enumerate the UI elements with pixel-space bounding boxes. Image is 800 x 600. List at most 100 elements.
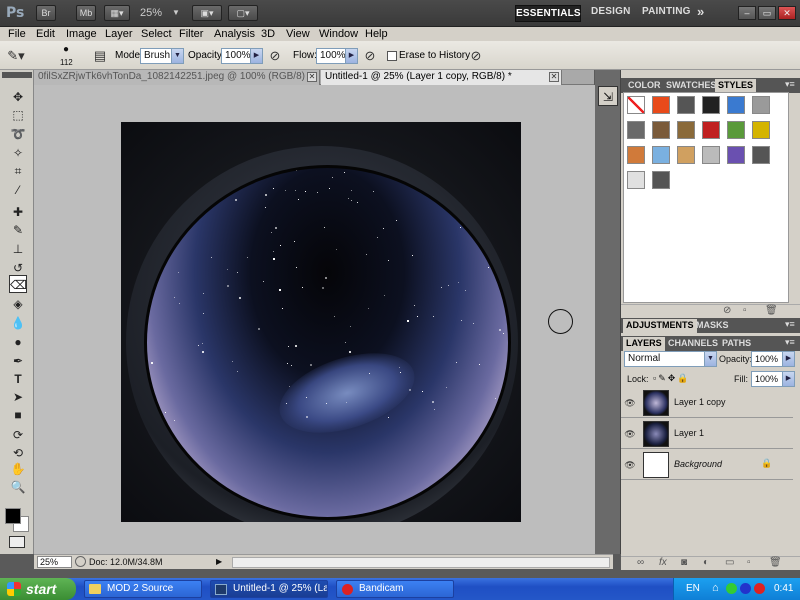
spot-healing-tool-icon[interactable]: ✚ (9, 203, 27, 221)
language-indicator[interactable]: EN (686, 583, 700, 594)
bandicam-tray-icon[interactable] (754, 583, 765, 594)
airbrush-icon[interactable]: ⊘ (360, 46, 380, 66)
link-layers-icon[interactable]: ∞ (637, 557, 644, 568)
rectangle-tool-icon[interactable]: ■ (9, 406, 27, 424)
launch-mini-bridge-button[interactable]: Mb (76, 5, 96, 21)
layer-style-icon[interactable]: fx (659, 557, 667, 568)
opacity-slider-icon[interactable]: ▶ (250, 48, 263, 64)
menu-edit[interactable]: Edit (36, 27, 55, 41)
menu-view[interactable]: View (286, 27, 310, 41)
layer-opacity-field[interactable]: 100% (751, 351, 783, 367)
new-group-icon[interactable]: ▭ (725, 557, 734, 568)
blend-mode-dropdown-icon[interactable]: ▼ (704, 351, 717, 367)
tools-panel-header[interactable] (2, 72, 32, 78)
start-button[interactable]: start (0, 578, 76, 600)
blur-tool-icon[interactable]: 💧 (9, 314, 27, 332)
eraser-tool-icon[interactable]: ⌫ (9, 275, 27, 293)
taskbar-item-photoshop[interactable]: Untitled-1 @ 25% (La... (210, 580, 328, 598)
mode-select[interactable]: Brush (140, 48, 172, 64)
adjustment-layer-icon[interactable]: ◐ (703, 557, 709, 568)
3d-rotate-tool-icon[interactable]: ⟳ (9, 426, 27, 444)
workspace-essentials-button[interactable]: ESSENTIALS (515, 5, 581, 22)
workspace-painting-button[interactable]: PAINTING (642, 6, 691, 17)
minimize-button[interactable]: – (738, 6, 756, 20)
crop-tool-icon[interactable]: ⌗ (9, 162, 27, 180)
style-swatch[interactable] (652, 121, 670, 139)
status-zoom-field[interactable]: 25% (37, 556, 72, 568)
brush-panel-toggle-icon[interactable]: ▤ (90, 46, 110, 66)
panel-menu-icon[interactable]: ▾≡ (785, 319, 795, 330)
status-info-icon[interactable] (75, 556, 86, 567)
delete-style-icon[interactable]: 🗑 (765, 305, 778, 316)
no-style-icon[interactable]: ⊘ (723, 305, 731, 316)
quick-selection-tool-icon[interactable]: ✧ (9, 144, 27, 162)
lock-options-icon[interactable]: ▫✎✥🔒 (653, 373, 690, 384)
marquee-tool-icon[interactable]: ⬚ (9, 106, 27, 124)
style-swatch[interactable] (727, 121, 745, 139)
paint-bucket-tool-icon[interactable]: ◈ (9, 295, 27, 313)
style-swatch[interactable] (727, 96, 745, 114)
tab-paths[interactable]: PATHS (719, 337, 754, 351)
menu-file[interactable]: File (8, 27, 26, 41)
tab-masks[interactable]: MASKS (693, 319, 732, 333)
style-swatch[interactable] (652, 146, 670, 164)
network-icon[interactable]: ⌂ (712, 582, 719, 594)
style-swatch[interactable] (627, 146, 645, 164)
panel-menu-icon[interactable]: ▾≡ (785, 337, 795, 348)
hand-tool-icon[interactable]: ✋ (9, 460, 27, 478)
security-icon[interactable] (726, 583, 737, 594)
tab-channels[interactable]: CHANNELS (665, 337, 721, 351)
panel-menu-icon[interactable]: ▾≡ (785, 79, 795, 90)
style-swatch[interactable] (702, 121, 720, 139)
history-panel-icon[interactable]: ⇲ (598, 86, 618, 106)
close-tab-icon[interactable]: ✕ (549, 72, 559, 82)
taskbar-item-folder[interactable]: MOD 2 Source (84, 580, 202, 598)
brush-size-value[interactable]: 112 (60, 58, 73, 67)
path-selection-tool-icon[interactable]: ➤ (9, 388, 27, 406)
dodge-tool-icon[interactable]: ● (9, 333, 27, 351)
quick-mask-icon[interactable] (9, 536, 25, 548)
flow-slider-icon[interactable]: ▶ (345, 48, 358, 64)
brush-tip-icon[interactable]: ● (58, 44, 74, 58)
bluetooth-icon[interactable] (740, 583, 751, 594)
style-swatch[interactable] (752, 96, 770, 114)
menu-select[interactable]: Select (141, 27, 172, 41)
style-swatch[interactable] (627, 171, 645, 189)
pen-tool-icon[interactable]: ✒ (9, 352, 27, 370)
screen-mode-icon[interactable]: ▢▾ (228, 5, 258, 21)
style-swatch[interactable] (652, 96, 670, 114)
foreground-color-swatch[interactable] (5, 508, 21, 524)
tab-styles[interactable]: STYLES (715, 79, 757, 93)
mode-dropdown-icon[interactable]: ▼ (171, 48, 184, 64)
lasso-tool-icon[interactable]: ➰ (9, 125, 27, 143)
taskbar-item-bandicam[interactable]: Bandicam (336, 580, 454, 598)
close-tab-icon[interactable]: ✕ (307, 72, 317, 82)
move-tool-icon[interactable]: ✥ (9, 88, 27, 106)
view-extras-icon[interactable]: ▦▾ (104, 5, 130, 21)
style-swatch[interactable] (702, 146, 720, 164)
brush-tool-preset-icon[interactable]: ✎▾ (6, 46, 26, 66)
brush-tool-icon[interactable]: ✎ (9, 221, 27, 239)
zoom-level-display[interactable]: 25% (140, 7, 162, 19)
style-swatch[interactable] (677, 121, 695, 139)
maximize-button[interactable]: ▭ (758, 6, 776, 20)
tab-jpeg-document[interactable]: 0filSxZRjwTk6vhTonDa_1082142251.jpeg @ 1… (34, 70, 320, 85)
tablet-pressure-size-icon[interactable]: ⊘ (466, 46, 486, 66)
tab-adjustments[interactable]: ADJUSTMENTS (623, 319, 697, 333)
add-mask-icon[interactable]: ◙ (681, 557, 687, 568)
style-swatch[interactable] (727, 146, 745, 164)
style-swatch[interactable] (752, 146, 770, 164)
menu-help[interactable]: Help (365, 27, 388, 41)
style-swatch[interactable] (627, 121, 645, 139)
launch-bridge-button[interactable]: Br (36, 5, 56, 21)
tab-layers[interactable]: LAYERS (623, 337, 665, 351)
new-style-icon[interactable]: ▫ (743, 305, 747, 316)
layer-opacity-slider-icon[interactable]: ▶ (782, 351, 795, 367)
new-layer-icon[interactable]: ▫ (747, 557, 751, 568)
layer-row[interactable]: 👁 Layer 1 copy (621, 388, 793, 418)
arrange-documents-icon[interactable]: ▣▾ (192, 5, 222, 21)
visibility-eye-icon[interactable]: 👁 (624, 428, 636, 440)
zoom-tool-icon[interactable]: 🔍 (9, 478, 27, 496)
tablet-pressure-opacity-icon[interactable]: ⊘ (265, 46, 285, 66)
close-button[interactable]: ✕ (778, 6, 796, 20)
